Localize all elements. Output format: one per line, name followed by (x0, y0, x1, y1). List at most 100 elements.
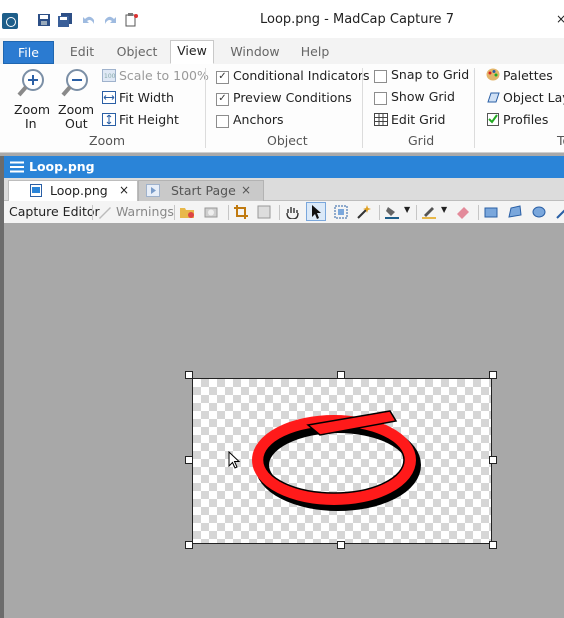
resize-handle-ne[interactable] (489, 371, 497, 379)
doc-tab-close-button[interactable]: × (119, 181, 129, 200)
ribbon-panel: Zoom In Zoom Out 100 Scale to 100% Fit W… (0, 64, 564, 153)
profiles-button[interactable]: Profiles (503, 112, 548, 127)
eraser-icon[interactable] (456, 205, 470, 219)
warnings-icon (99, 207, 111, 219)
object-layer-icon (487, 92, 500, 103)
tab-file[interactable]: File (3, 41, 54, 64)
tab-window[interactable]: Window (230, 42, 280, 64)
snap-to-grid-label[interactable]: Snap to Grid (391, 67, 469, 82)
pointer-arrow-icon (312, 205, 321, 219)
anchors-checkbox[interactable] (216, 115, 229, 128)
redo-icon[interactable] (103, 13, 117, 27)
fit-width-button[interactable]: Fit Width (119, 90, 174, 105)
capture-icon[interactable] (204, 205, 218, 219)
mouse-cursor-icon (228, 451, 241, 469)
show-grid-checkbox[interactable] (374, 92, 387, 105)
start-page-icon (146, 184, 160, 197)
toolbar-separator (174, 205, 175, 220)
palettes-icon (486, 68, 500, 81)
ribbon-tab-bar: File Edit Object View Window Help (0, 38, 564, 65)
tools-group-label: To (557, 133, 564, 148)
grid-group-label: Grid (408, 133, 435, 148)
magic-wand-icon[interactable] (357, 205, 371, 219)
toolbar-separator (478, 205, 479, 220)
clipboard-icon[interactable] (124, 13, 138, 27)
document-title-bar: Loop.png (4, 156, 564, 178)
line-color-icon[interactable] (422, 205, 436, 219)
group-divider (474, 68, 475, 148)
resize-handle-se[interactable] (489, 541, 497, 549)
preview-conditions-checkbox[interactable]: ✓ (216, 93, 229, 106)
save-all-icon[interactable] (58, 13, 72, 27)
doc-tab-label: Start Page (171, 183, 236, 198)
window-close-button[interactable]: × (556, 12, 564, 26)
preview-conditions-label[interactable]: Preview Conditions (233, 90, 352, 105)
ellipse-tool-icon[interactable] (532, 205, 546, 219)
edit-grid-button[interactable]: Edit Grid (391, 112, 445, 127)
line-tool-icon[interactable] (556, 205, 564, 219)
crop-icon[interactable] (234, 205, 248, 219)
line-color-dropdown-arrow[interactable]: ▼ (441, 205, 447, 214)
toolbar-separator (92, 205, 93, 220)
resize-handle-w[interactable] (185, 456, 193, 464)
zoom-in-label-1[interactable]: Zoom (14, 102, 50, 117)
group-divider (205, 68, 206, 148)
select-tool-button[interactable] (306, 202, 326, 221)
app-icon[interactable] (2, 13, 18, 29)
resize-handle-e[interactable] (489, 456, 497, 464)
window-title: Loop.png - MadCap Capture 7 (260, 12, 454, 27)
resize-handle-sw[interactable] (185, 541, 193, 549)
snap-to-grid-checkbox[interactable] (374, 70, 387, 83)
fill-color-icon[interactable] (385, 205, 399, 219)
resize-canvas-icon[interactable] (257, 205, 271, 219)
warnings-button[interactable]: Warnings (116, 204, 174, 219)
doc-tab-start-page[interactable]: Start Page × (138, 180, 264, 201)
anchors-label[interactable]: Anchors (233, 112, 284, 127)
show-grid-label[interactable]: Show Grid (391, 89, 455, 104)
zoom-out-label-1[interactable]: Zoom (58, 102, 94, 117)
palettes-button[interactable]: Palettes (503, 68, 553, 83)
zoom-out-label-2[interactable]: Out (65, 116, 88, 131)
menu-icon[interactable] (10, 161, 24, 173)
scale-to-100-button[interactable]: Scale to 100% (119, 68, 209, 83)
red-loop-shape[interactable] (250, 403, 425, 513)
fit-height-button[interactable]: Fit Height (119, 112, 179, 127)
conditional-indicators-label[interactable]: Conditional Indicators (233, 68, 370, 83)
fit-width-icon (102, 91, 116, 104)
fill-dropdown-arrow[interactable]: ▼ (404, 205, 410, 214)
resize-handle-nw[interactable] (185, 371, 193, 379)
open-folder-icon[interactable] (180, 205, 194, 219)
tab-object[interactable]: Object (116, 42, 158, 64)
group-divider (362, 68, 363, 148)
polygon-tool-icon[interactable] (508, 205, 522, 219)
zoom-in-label-2[interactable]: In (25, 116, 37, 131)
zoom-in-icon[interactable] (16, 68, 46, 98)
tab-view[interactable]: View (170, 40, 214, 64)
marquee-select-icon[interactable] (334, 205, 348, 219)
undo-icon[interactable] (82, 13, 96, 27)
zoom-out-icon[interactable] (60, 68, 90, 98)
resize-handle-n[interactable] (337, 371, 345, 379)
resize-handle-s[interactable] (337, 541, 345, 549)
toolbar-separator (416, 205, 417, 220)
object-layer-button[interactable]: Object Layer (503, 90, 564, 105)
tab-help[interactable]: Help (300, 42, 330, 64)
hand-pan-icon[interactable] (285, 205, 299, 219)
doc-tab-loop[interactable]: Loop.png × (8, 180, 138, 201)
document-tab-bar: Loop.png × Start Page × (4, 178, 564, 201)
title-bar: Loop.png - MadCap Capture 7 × (0, 0, 564, 38)
doc-tab-label: Loop.png (50, 183, 108, 198)
tab-edit[interactable]: Edit (66, 42, 98, 64)
svg-text:100: 100 (104, 73, 116, 80)
rectangle-tool-icon[interactable] (484, 205, 498, 219)
document-title: Loop.png (29, 159, 95, 174)
profiles-icon (487, 113, 499, 126)
capture-editor-label: Capture Editor (9, 204, 100, 219)
scale-100-icon: 100 (102, 69, 116, 82)
save-icon[interactable] (37, 13, 51, 27)
doc-tab-close-button[interactable]: × (241, 181, 251, 200)
toolbar-separator (279, 205, 280, 220)
image-file-icon (30, 184, 42, 197)
zoom-group-label: Zoom (89, 133, 126, 148)
conditional-indicators-checkbox[interactable]: ✓ (216, 71, 229, 84)
